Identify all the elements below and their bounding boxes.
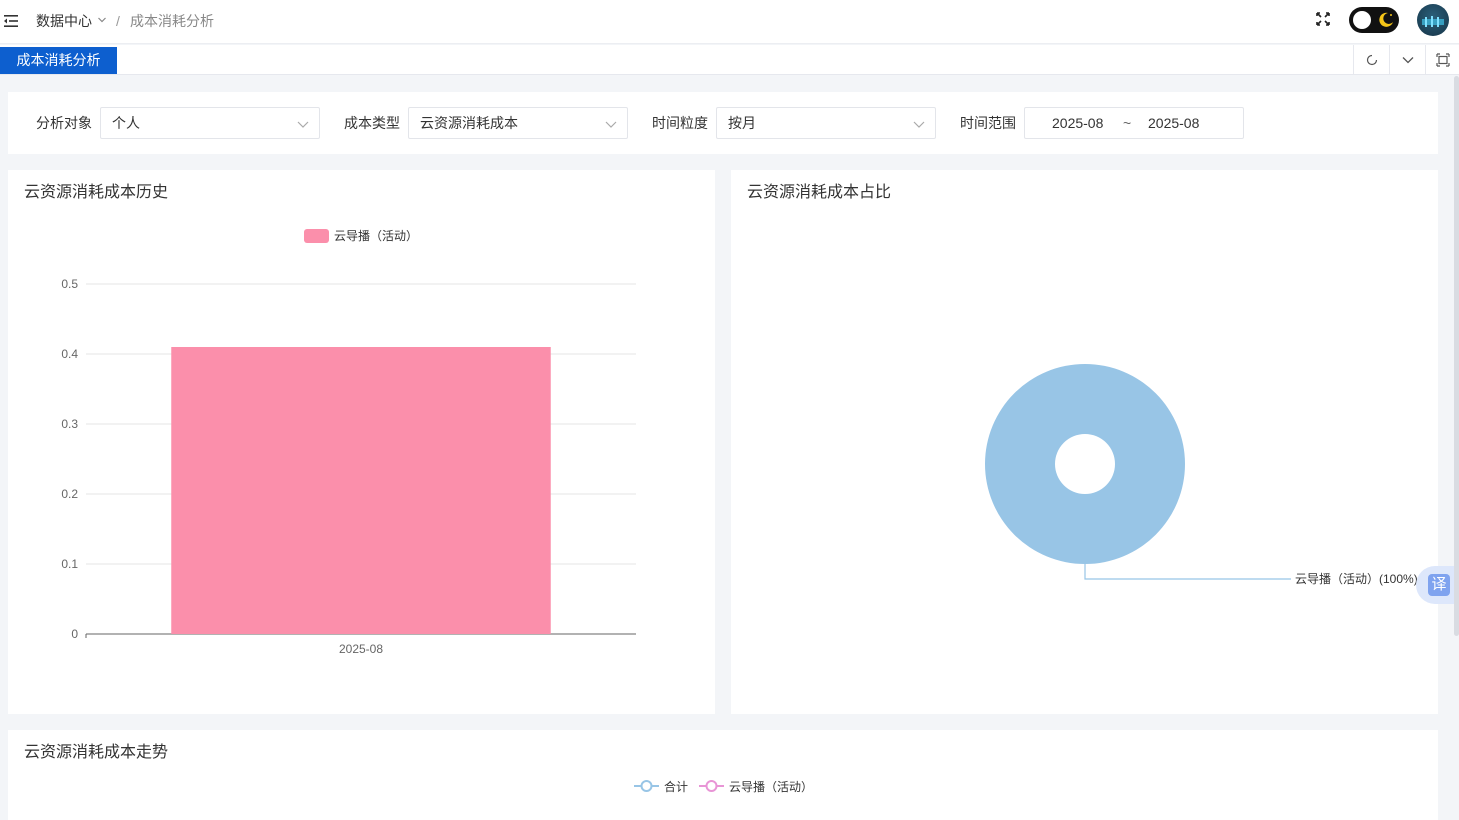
cost-type-select[interactable]: 云资源消耗成本 <box>408 107 628 139</box>
fullscreen-icon[interactable] <box>1315 11 1331 27</box>
theme-toggle[interactable] <box>1349 7 1399 33</box>
page-scrollbar[interactable] <box>1454 76 1459 636</box>
toggle-knob <box>1353 11 1371 29</box>
cost-trend-card: 云资源消耗成本走势 合计 云导播（活动） <box>8 730 1438 820</box>
moon-icon <box>1379 12 1393 27</box>
range-end[interactable]: 2025-08 <box>1148 115 1199 131</box>
bar[interactable] <box>171 347 551 634</box>
range-label: 时间范围 <box>960 115 1016 131</box>
legend-item-series[interactable]: 云导播（活动） <box>699 780 813 794</box>
cost-history-chart: 云导播（活动） 0 0.1 0.2 0.3 0.4 0.5 2025-08 <box>61 229 636 656</box>
refresh-button[interactable] <box>1353 45 1389 75</box>
granularity-select[interactable]: 按月 <box>716 107 936 139</box>
legend-swatch[interactable] <box>304 229 329 243</box>
maximize-icon <box>1435 53 1450 67</box>
target-value: 个人 <box>112 115 140 131</box>
tab-bar: 成本消耗分析 <box>0 45 1459 75</box>
y-tick-label: 0 <box>71 627 78 641</box>
chevron-down-icon[interactable] <box>97 15 107 25</box>
cost-history-card: 云资源消耗成本历史 云导播（活动） 0 0.1 0.2 0.3 0.4 0.5 2025-… <box>8 170 715 714</box>
refresh-icon <box>1366 54 1377 66</box>
avatar-image-icon <box>1422 16 1444 27</box>
filter-panel: 分析对象 个人 成本类型 云资源消耗成本 时间粒度 按月 时间范围 2025-0… <box>8 92 1438 154</box>
menu-fold-icon[interactable] <box>2 12 20 30</box>
granularity-label: 时间粒度 <box>652 115 708 131</box>
range-start[interactable]: 2025-08 <box>1052 115 1103 131</box>
breadcrumb-separator: / <box>116 13 120 29</box>
cost-type-value: 云资源消耗成本 <box>420 115 518 131</box>
target-select[interactable]: 个人 <box>100 107 320 139</box>
y-tick-label: 0.2 <box>61 487 78 501</box>
top-header: 数据中心 / 成本消耗分析 <box>0 0 1459 44</box>
chevron-down-icon <box>605 121 617 128</box>
cost-share-card: 云资源消耗成本占比 云导播（活动）(100%) <box>731 170 1438 714</box>
user-avatar[interactable] <box>1417 4 1449 36</box>
pie-slice-label: 云导播（活动）(100%) <box>1295 572 1418 586</box>
cost-type-label: 成本类型 <box>344 115 400 131</box>
cost-share-chart: 云导播（活动）(100%) <box>985 364 1418 586</box>
chevron-down-icon <box>1402 57 1413 64</box>
y-tick-label: 0.5 <box>61 277 78 291</box>
chevron-down-icon <box>297 121 309 128</box>
translate-icon: 译 <box>1428 574 1450 596</box>
breadcrumb-root[interactable]: 数据中心 <box>36 12 92 30</box>
cost-trend-legend: 合计 云导播（活动） <box>634 779 813 794</box>
y-axis-ticks: 0 0.1 0.2 0.3 0.4 0.5 <box>61 277 78 641</box>
pie-label-leader <box>1084 564 1291 580</box>
maximize-button[interactable] <box>1425 45 1459 75</box>
pie-slice[interactable] <box>985 364 1185 564</box>
y-tick-label: 0.1 <box>61 557 78 571</box>
legend-label-series[interactable]: 云导播（活动） <box>729 780 813 794</box>
x-tick-label: 2025-08 <box>339 642 383 656</box>
bar-marks <box>171 347 551 634</box>
legend-label-total[interactable]: 合计 <box>664 779 688 794</box>
legend-label[interactable]: 云导播（活动） <box>334 229 418 243</box>
y-tick-label: 0.4 <box>61 347 78 361</box>
range-separator: ~ <box>1123 115 1132 131</box>
translate-button[interactable]: 译 <box>1416 566 1459 604</box>
y-tick-label: 0.3 <box>61 417 78 431</box>
target-label: 分析对象 <box>36 115 92 131</box>
date-range-picker[interactable]: 2025-08 ~ 2025-08 <box>1024 107 1244 139</box>
tab-cost-analysis[interactable]: 成本消耗分析 <box>0 47 117 74</box>
x-axis-ticks: 2025-08 <box>85 634 383 656</box>
chevron-down-icon <box>913 121 925 128</box>
granularity-value: 按月 <box>728 115 756 131</box>
legend-item-total[interactable]: 合计 <box>634 779 688 794</box>
breadcrumb-current: 成本消耗分析 <box>130 13 214 29</box>
tab-menu-button[interactable] <box>1389 45 1425 75</box>
